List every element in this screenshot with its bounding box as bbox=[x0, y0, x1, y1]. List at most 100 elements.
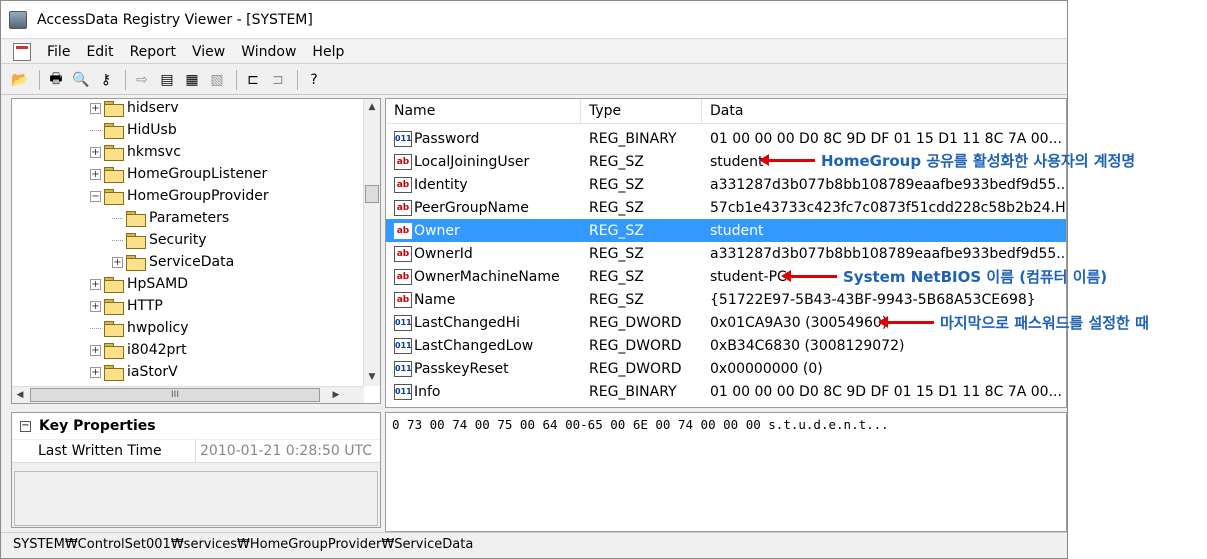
string-value-icon: ab bbox=[394, 176, 412, 193]
column-type-header[interactable]: Type bbox=[581, 99, 702, 124]
value-row[interactable]: 011 PasskeyReset REG_DWORD 0x00000000 (0) bbox=[386, 357, 1066, 380]
tree-item[interactable]: + ServiceData bbox=[112, 251, 234, 273]
value-row[interactable]: ab PeerGroupName REG_SZ 57cb1e43733c423fc7c… bbox=[386, 196, 1066, 219]
collapse-icon[interactable]: − bbox=[20, 420, 31, 432]
tree-item[interactable]: + i8042prt bbox=[90, 339, 187, 361]
value-data: 01 00 00 00 D0 8C 9D DF 01 15 D1 11 8C 7… bbox=[710, 130, 1062, 147]
value-row[interactable]: 011 Password REG_BINARY 01 00 00 00 D0 8C 9… bbox=[386, 127, 1066, 150]
tree-item[interactable]: + hidserv bbox=[90, 99, 179, 119]
tree-item[interactable]: Parameters bbox=[112, 207, 229, 229]
expand-icon[interactable]: + bbox=[90, 366, 101, 378]
tree-item-label: ServiceData bbox=[149, 254, 235, 270]
tree-item[interactable]: + HTTP bbox=[90, 295, 163, 317]
value-row[interactable]: ab Owner REG_SZ student bbox=[386, 219, 1066, 242]
print-icon[interactable]: 🖶 bbox=[45, 69, 67, 91]
string-value-icon: ab bbox=[394, 291, 412, 308]
expand-icon[interactable]: + bbox=[112, 256, 123, 268]
tree-item[interactable]: + iaStorV bbox=[90, 361, 178, 383]
collapse-icon[interactable]: − bbox=[90, 190, 101, 202]
open-folder-icon[interactable]: 📂 bbox=[9, 69, 31, 91]
scroll-left-icon[interactable]: ◀ bbox=[12, 387, 28, 403]
tree-item-label: HomeGroupProvider bbox=[127, 188, 269, 204]
toolbar: 📂 🖶 🔍 ⚷ ⇨ ▤ ▦ ▧ ⊏ ⊐? bbox=[1, 65, 1067, 95]
scroll-thumb[interactable] bbox=[365, 185, 379, 203]
tree-item[interactable]: Security bbox=[112, 229, 207, 251]
value-type: REG_SZ bbox=[589, 176, 644, 193]
tree-item[interactable]: HidUsb bbox=[90, 119, 177, 141]
property-row[interactable]: Last Written Time 2010-01-21 0:28:50 UTC bbox=[12, 439, 380, 463]
tree-item[interactable]: hwpolicy bbox=[90, 317, 189, 339]
scroll-down-icon[interactable]: ▼ bbox=[364, 369, 380, 386]
scroll-up-icon[interactable]: ▲ bbox=[364, 99, 380, 116]
toolbar-separator bbox=[39, 69, 40, 90]
report-icon[interactable]: ▤ bbox=[156, 69, 178, 91]
connect-icon[interactable]: ⊏ bbox=[242, 69, 264, 91]
value-name: LastChangedLow bbox=[414, 337, 534, 354]
column-name-header[interactable]: Name bbox=[386, 99, 581, 124]
key-icon[interactable]: ⚷ bbox=[95, 69, 117, 91]
property-value: 2010-01-21 0:28:50 UTC bbox=[200, 443, 372, 459]
h-scroll-thumb[interactable]: III bbox=[30, 388, 320, 402]
red-arrow-icon bbox=[781, 270, 837, 282]
value-row[interactable]: 011 Info REG_BINARY 01 00 00 00 D0 8C 9D DF… bbox=[386, 380, 1066, 403]
value-name: LastChangedHi bbox=[414, 314, 521, 331]
expand-icon[interactable]: + bbox=[90, 344, 101, 356]
expand-icon[interactable]: + bbox=[90, 278, 101, 290]
expand-icon[interactable]: + bbox=[90, 300, 101, 312]
scroll-right-icon[interactable]: ▶ bbox=[328, 387, 344, 403]
tree-item-label: HidUsb bbox=[127, 122, 177, 138]
toolbar-separator bbox=[125, 69, 126, 90]
report-add-icon[interactable]: ▦ bbox=[181, 69, 203, 91]
red-arrow-icon bbox=[878, 316, 934, 328]
tree-item-label: hwpolicy bbox=[127, 320, 189, 336]
expand-icon[interactable]: + bbox=[90, 146, 101, 158]
folder-icon bbox=[104, 101, 124, 117]
menu-file[interactable]: File bbox=[39, 44, 78, 60]
value-row[interactable]: ab Identity REG_SZ a331287d3b077b8bb108789e… bbox=[386, 173, 1066, 196]
values-list: Name Type Data 011 Password REG_BINARY 01 0… bbox=[385, 98, 1067, 408]
value-type: REG_DWORD bbox=[589, 360, 682, 377]
report-remove-icon[interactable]: ▧ bbox=[206, 69, 228, 91]
annotation-text: HomeGroup 공유를 활성화한 사용자의 계정명 bbox=[821, 152, 1136, 170]
expand-icon[interactable]: + bbox=[90, 168, 101, 180]
document-menu-icon[interactable] bbox=[13, 42, 31, 61]
string-value-icon: ab bbox=[394, 153, 412, 170]
value-data: a331287d3b077b8bb108789eaafbe933bedf9d55… bbox=[710, 245, 1067, 262]
property-key: Last Written Time bbox=[12, 439, 196, 463]
value-row[interactable]: ab OwnerId REG_SZ a331287d3b077b8bb108789ea… bbox=[386, 242, 1067, 265]
value-type: REG_DWORD bbox=[589, 314, 682, 331]
tree-horizontal-scrollbar[interactable]: ◀ III ▶ bbox=[12, 386, 364, 403]
value-row[interactable]: 011 LastChangedLow REG_DWORD 0xB34C6830 (30… bbox=[386, 334, 1066, 357]
folder-icon bbox=[104, 123, 124, 139]
tree-item[interactable]: + HomeGroupListener bbox=[90, 163, 267, 185]
tree-item-label: HomeGroupListener bbox=[127, 166, 268, 182]
column-data-header[interactable]: Data bbox=[702, 99, 1066, 124]
value-row[interactable]: ab Name REG_SZ {51722E97-5B43-43BF-9943-5B6… bbox=[386, 288, 1066, 311]
menu-edit[interactable]: Edit bbox=[78, 44, 121, 60]
tree-connector bbox=[112, 239, 123, 241]
help-icon[interactable]: ? bbox=[303, 69, 325, 91]
menu-help[interactable]: Help bbox=[304, 44, 352, 60]
tree-vertical-scrollbar[interactable]: ▲ ▼ bbox=[363, 99, 380, 386]
annotation-local-joining-user: HomeGroup 공유를 활성화한 사용자의 계정명 bbox=[759, 150, 1136, 171]
menu-window[interactable]: Window bbox=[233, 44, 304, 60]
tree-item[interactable]: + hkmsvc bbox=[90, 141, 181, 163]
value-name: Name bbox=[414, 291, 456, 308]
folder-icon bbox=[104, 167, 124, 183]
menu-view[interactable]: View bbox=[184, 44, 233, 60]
value-type: REG_SZ bbox=[589, 245, 644, 262]
key-properties-header[interactable]: − Key Properties bbox=[12, 413, 380, 439]
expand-icon[interactable]: + bbox=[90, 102, 101, 114]
disconnect-icon[interactable]: ⊐ bbox=[267, 69, 289, 91]
tree-item[interactable]: + HpSAMD bbox=[90, 273, 188, 295]
hex-view[interactable]: 0 73 00 74 00 75 00 64 00-65 00 6E 00 74… bbox=[385, 412, 1067, 532]
value-data: 0xB34C6830 (3008129072) bbox=[710, 337, 905, 354]
registry-tree[interactable]: ▲ ▼ ◀ III ▶ + hidserv HidUsb + hkmsvc + HomeGr… bbox=[11, 98, 381, 404]
find-icon[interactable]: 🔍 bbox=[70, 69, 92, 91]
export-icon[interactable]: ⇨ bbox=[131, 69, 153, 91]
menu-report[interactable]: Report bbox=[122, 44, 184, 60]
binary-value-icon: 011 bbox=[394, 360, 412, 377]
folder-icon bbox=[104, 277, 124, 293]
folder-icon bbox=[104, 365, 124, 381]
tree-item[interactable]: − HomeGroupProvider bbox=[90, 185, 269, 207]
